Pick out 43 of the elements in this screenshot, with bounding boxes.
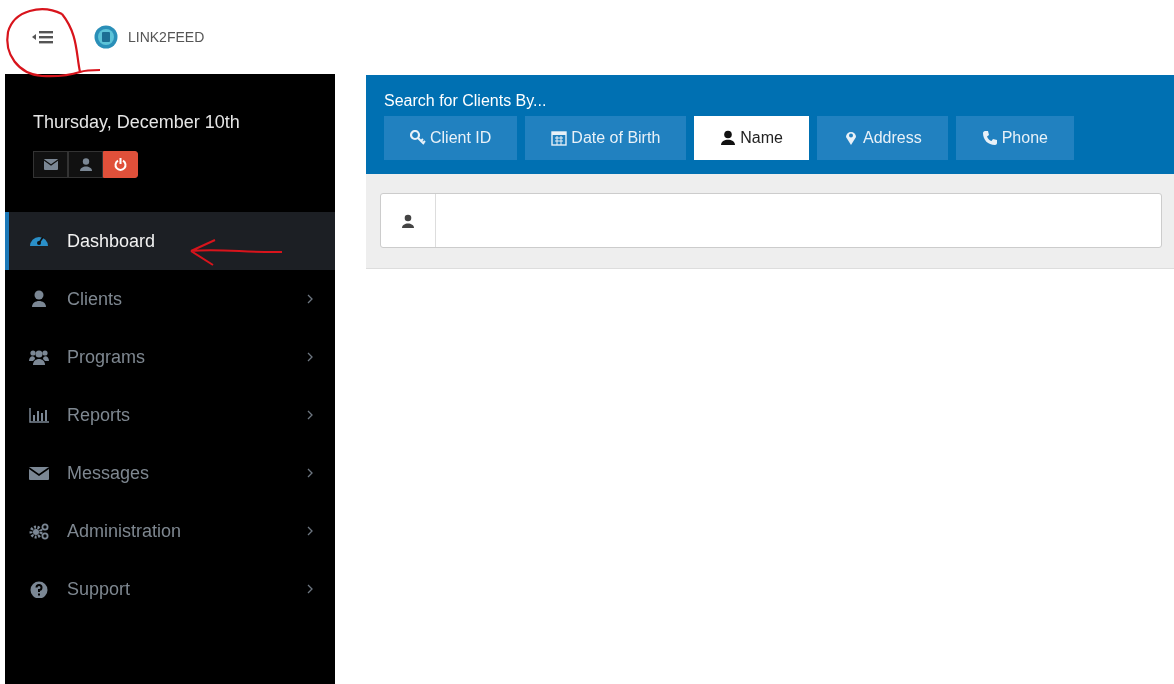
profile-button[interactable] — [68, 151, 103, 178]
search-tab[interactable]: Phone — [955, 116, 1074, 160]
logout-button[interactable] — [103, 151, 138, 178]
logo-icon — [94, 25, 118, 49]
key-icon — [410, 130, 426, 146]
question-icon — [29, 580, 49, 598]
phone-icon — [981, 130, 998, 146]
search-tab[interactable]: Address — [817, 116, 948, 160]
nav-item[interactable]: Programs — [5, 328, 335, 386]
nav-item[interactable]: Messages — [5, 444, 335, 502]
envelope-icon — [29, 464, 49, 482]
messages-button[interactable] — [33, 151, 68, 178]
nav-item[interactable]: Support — [5, 560, 335, 618]
nav-item[interactable]: Reports — [5, 386, 335, 444]
search-tab[interactable]: Date of Birth — [525, 116, 687, 160]
nav-label: Programs — [67, 346, 147, 368]
nav-item[interactable]: Administration — [5, 502, 335, 560]
group-icon — [29, 348, 49, 366]
search-tab[interactable]: Name — [694, 116, 809, 160]
nav-label: Administration — [67, 520, 183, 542]
logo-text: LINK2FEED — [128, 29, 205, 45]
search-tab[interactable]: Client ID — [384, 116, 518, 160]
panel-title: Search for Clients By... — [384, 92, 548, 110]
user-icon — [720, 130, 737, 146]
envelope-icon — [43, 159, 58, 170]
nav-label: Messages — [67, 462, 151, 484]
nav-label: Clients — [67, 288, 124, 310]
nav-label: Dashboard — [67, 230, 157, 252]
date-text: Thursday, December 10th — [32, 112, 241, 133]
nav-item[interactable]: Clients — [5, 270, 335, 328]
calendar-icon — [551, 130, 568, 146]
user-icon — [29, 290, 49, 308]
user-icon — [401, 213, 415, 228]
power-icon — [114, 158, 127, 171]
user-icon — [79, 158, 92, 171]
nav-label: Reports — [67, 404, 132, 426]
bar-chart-icon — [29, 406, 49, 424]
nav-label: Support — [67, 578, 132, 600]
menu-icon — [32, 30, 54, 44]
gears-icon — [29, 522, 49, 540]
search-field[interactable] — [380, 193, 1162, 248]
nav-item[interactable]: Dashboard — [5, 212, 335, 270]
map-marker-icon — [843, 130, 859, 146]
